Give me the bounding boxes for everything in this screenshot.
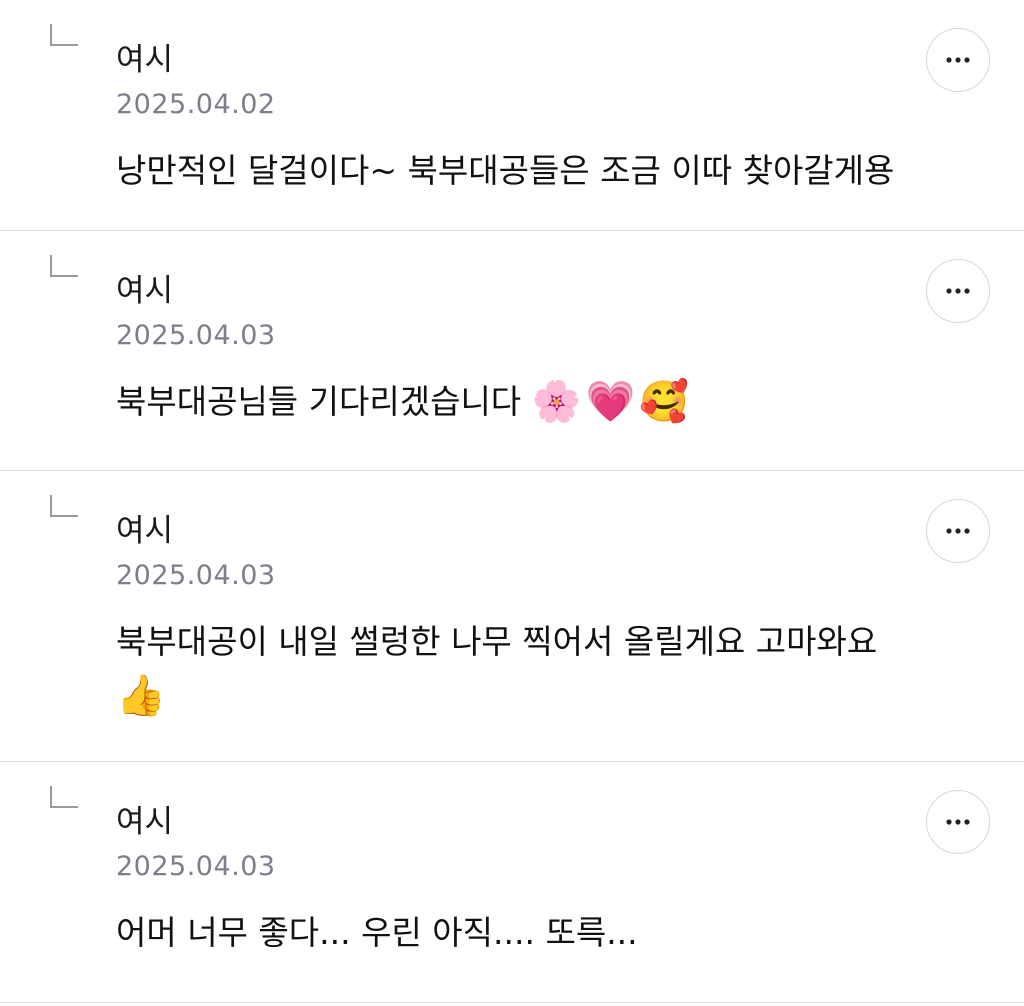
comment-item: 여시 2025.04.02 낭만적인 달걸이다~ 북부대공들은 조금 이따 찾아…: [0, 0, 1024, 231]
more-horizontal-icon: [946, 528, 970, 534]
comment-text: 북부대공님들 기다리겠습니다 🌸 💗 🥰: [116, 375, 976, 429]
more-options-button[interactable]: [926, 790, 990, 854]
cherry-blossom-icon: 🌸: [531, 379, 582, 425]
comment-date: 2025.04.02: [116, 89, 276, 120]
reply-corner-icon: [50, 786, 78, 808]
comment-text-content: 어머 너무 좋다... 우린 아직.... 또륵...: [116, 913, 638, 952]
more-options-button[interactable]: [926, 28, 990, 92]
comment-item: 여시 2025.04.03 어머 너무 좋다... 우린 아직.... 또륵..…: [0, 762, 1024, 1003]
smiling-face-with-hearts-icon: 🥰: [639, 379, 690, 425]
comment-date: 2025.04.03: [116, 560, 276, 591]
more-options-button[interactable]: [926, 259, 990, 323]
comment-text: 낭만적인 달걸이다~ 북부대공들은 조금 이따 찾아갈게용: [116, 144, 976, 198]
growing-heart-icon: 💗: [585, 379, 636, 425]
comment-text-content: 낭만적인 달걸이다~ 북부대공들은 조금 이따 찾아갈게용: [116, 151, 895, 190]
comment-text: 어머 너무 좋다... 우린 아직.... 또륵...: [116, 906, 976, 960]
comment-item: 여시 2025.04.03 북부대공이 내일 썰렁한 나무 찍어서 올릴게요 고…: [0, 471, 1024, 762]
comment-author: 여시: [116, 804, 174, 840]
comment-text-content: 북부대공님들 기다리겠습니다: [116, 382, 522, 421]
comment-date: 2025.04.03: [116, 320, 276, 351]
reply-corner-icon: [50, 255, 78, 277]
comment-author: 여시: [116, 42, 174, 78]
more-horizontal-icon: [946, 57, 970, 63]
comment-list: 여시 2025.04.02 낭만적인 달걸이다~ 북부대공들은 조금 이따 찾아…: [0, 0, 1024, 1003]
thumbs-up-icon: 👍: [116, 673, 166, 719]
reply-corner-icon: [50, 24, 78, 46]
more-horizontal-icon: [946, 819, 970, 825]
comment-text: 북부대공이 내일 썰렁한 나무 찍어서 올릴게요 고마와요 👍: [116, 615, 976, 723]
more-horizontal-icon: [946, 288, 970, 294]
emoji-line: 👍: [116, 669, 976, 723]
comment-author: 여시: [116, 513, 174, 549]
comment-date: 2025.04.03: [116, 851, 276, 882]
comment-item: 여시 2025.04.03 북부대공님들 기다리겠습니다 🌸 💗 🥰: [0, 231, 1024, 471]
comment-text-content: 북부대공이 내일 썰렁한 나무 찍어서 올릴게요 고마와요: [116, 622, 878, 661]
comment-author: 여시: [116, 273, 174, 309]
more-options-button[interactable]: [926, 499, 990, 563]
reply-corner-icon: [50, 495, 78, 517]
